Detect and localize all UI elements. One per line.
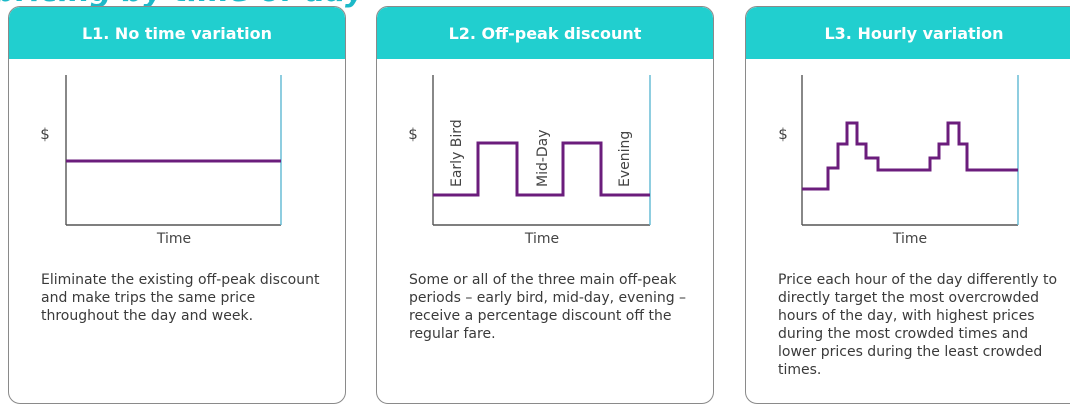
card-header: L3. Hourly variation — [746, 7, 1070, 59]
y-axis-dollar-label: $ — [40, 125, 50, 143]
period-label-early-bird: Early Bird — [449, 119, 465, 187]
period-label-evening: Evening — [617, 131, 633, 187]
price-chart-flat: $ Time — [40, 75, 282, 247]
x-axis-time-label: Time — [524, 231, 559, 247]
card-title: L2. Off-peak discount — [448, 23, 642, 43]
card-description: Price each hour of the day differently t… — [778, 272, 1058, 378]
x-axis-time-label: Time — [892, 231, 927, 247]
card-header: L2. Off-peak discount — [377, 7, 713, 59]
card-header: L1. No time variation — [9, 7, 345, 59]
card-description: Eliminate the existing off-peak discount… — [41, 272, 320, 324]
option-card-l1: L1. No time variation $ Time Eliminate t… — [8, 6, 346, 404]
option-card-l2: L2. Off-peak discount $ Early Bird Mid-D… — [376, 6, 714, 404]
price-chart-hourly: $ Time — [778, 75, 1019, 247]
option-card-l3: L3. Hourly variation $ Time Price each h… — [745, 6, 1070, 404]
card-title: L3. Hourly variation — [824, 23, 1004, 43]
price-line — [802, 121, 1018, 191]
x-axis-time-label: Time — [156, 231, 191, 247]
y-axis-dollar-label: $ — [778, 125, 788, 143]
y-axis-dollar-label: $ — [408, 125, 418, 143]
card-description: Some or all of the three main off-peak p… — [409, 272, 687, 342]
price-chart-off-peak: $ Early Bird Mid-Day Evening Time — [408, 75, 651, 247]
period-label-mid-day: Mid-Day — [535, 129, 551, 187]
card-title: L1. No time variation — [81, 23, 273, 43]
